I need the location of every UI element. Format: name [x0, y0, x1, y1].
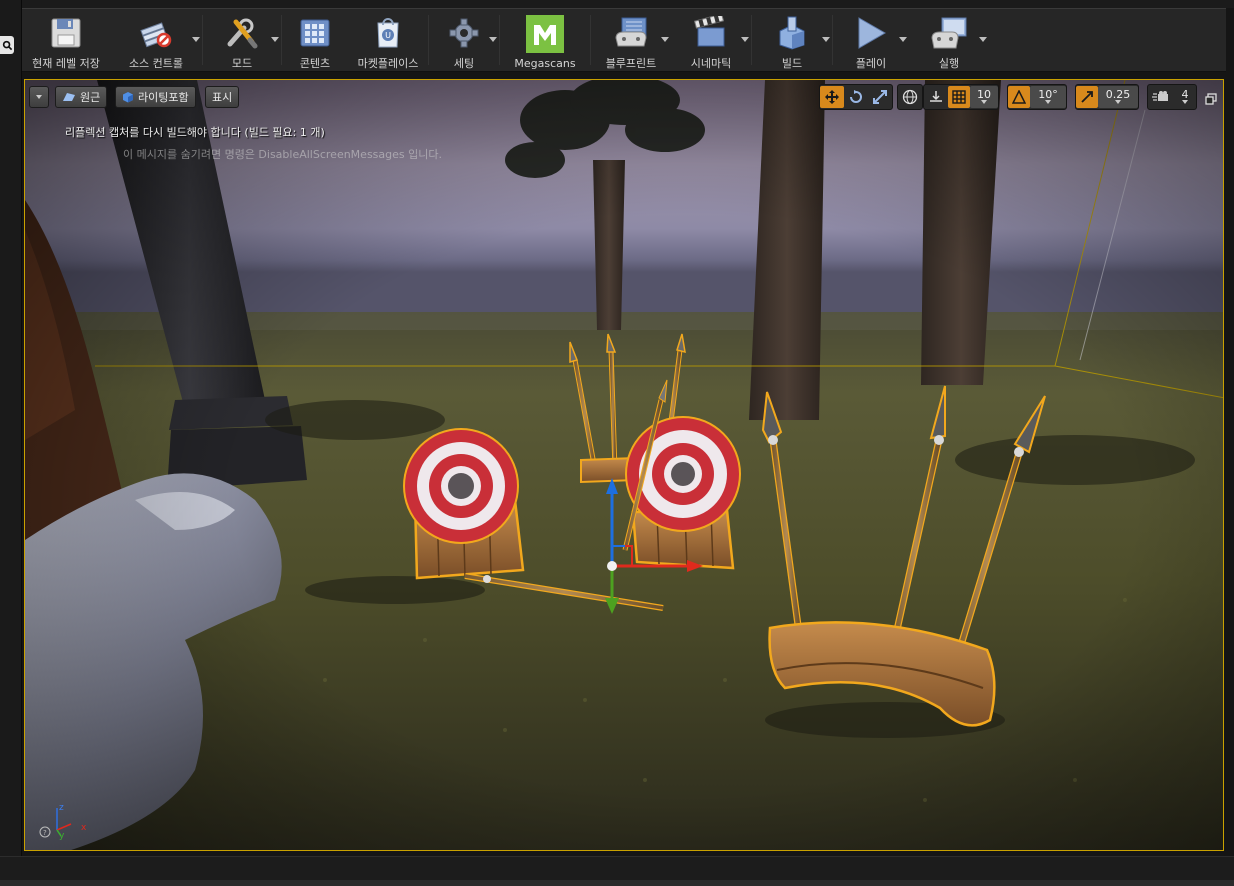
chevron-down-icon[interactable] — [822, 37, 830, 42]
scale-snap-value-dropdown[interactable]: 0.25 — [1098, 86, 1138, 108]
toolbar-item-label: 플레이 — [855, 57, 887, 70]
scale-snap-group: 0.25 — [1075, 84, 1139, 110]
toolbar-item-label: 세팅 — [453, 57, 475, 70]
maximize-viewport-icon[interactable] — [1205, 90, 1217, 105]
svg-text:?: ? — [43, 829, 47, 837]
scale-mode-icon[interactable] — [868, 86, 892, 108]
lighting-mode-dropdown[interactable]: 라이팅포함 — [115, 86, 196, 108]
settings-button[interactable]: 세팅 — [429, 9, 499, 71]
scale-snap-value: 0.25 — [1105, 88, 1131, 101]
perspective-dropdown[interactable]: 원근 — [55, 86, 108, 108]
axis-orientation-gizmo: z x y ? — [39, 803, 87, 840]
search-icon[interactable] — [0, 36, 14, 54]
marketplace-icon: U — [369, 15, 407, 51]
surface-snap-icon[interactable] — [924, 86, 948, 108]
grid-snap-group: 10 — [923, 84, 999, 110]
content-icon — [296, 15, 334, 51]
transform-mode-group — [819, 84, 893, 110]
toolbar-item-label: 빌드 — [781, 57, 803, 70]
play-button[interactable]: 플레이 — [833, 9, 909, 71]
camera-speed-group[interactable]: 4 — [1147, 84, 1197, 110]
rotation-snap-value-dropdown[interactable]: 10° — [1030, 86, 1066, 108]
svg-text:U: U — [385, 31, 391, 40]
camera-speed-value-dropdown[interactable]: 4 — [1174, 86, 1196, 108]
toolbar-item-label: 시네마틱 — [690, 57, 732, 70]
blueprints-button[interactable]: 블루프린트 — [591, 9, 671, 71]
source-control-button[interactable]: 소스 컨트롤 — [110, 9, 202, 71]
chevron-down-icon[interactable] — [271, 37, 279, 42]
save-icon — [47, 15, 85, 51]
grid-snap-value-dropdown[interactable]: 10 — [970, 86, 998, 108]
toolbar-item-label: 마켓플레이스 — [357, 57, 419, 70]
perspective-icon — [63, 93, 75, 101]
show-label: 표시 — [212, 91, 233, 104]
camera-speed-icon — [1148, 86, 1174, 108]
megascans-button[interactable]: Megascans — [500, 9, 590, 71]
build-icon — [773, 15, 811, 51]
chevron-down-icon[interactable] — [661, 37, 669, 42]
marketplace-button[interactable]: U 마켓플레이스 — [348, 9, 428, 71]
toolbar-item-label: 콘텐츠 — [299, 57, 331, 70]
axis-x-label: x — [81, 823, 87, 833]
modes-icon — [223, 15, 261, 51]
modes-button[interactable]: 모드 — [203, 9, 281, 71]
blueprint-icon — [612, 15, 650, 51]
cinematics-button[interactable]: 시네마틱 — [671, 9, 751, 71]
world-globe-icon — [898, 86, 922, 108]
play-icon — [852, 15, 890, 51]
coordinate-system-toggle[interactable] — [897, 84, 923, 110]
disable-messages-hint: 이 메시지를 숨기려면 명령은 DisableAllScreenMessages… — [123, 148, 442, 161]
chevron-down-icon[interactable] — [899, 37, 907, 42]
toolbar-item-label: 소스 컨트롤 — [128, 57, 184, 70]
chevron-down-icon[interactable] — [192, 37, 200, 42]
toolbar-item-label: Megascans — [514, 57, 576, 70]
chevron-down-icon[interactable] — [741, 37, 749, 42]
translate-mode-icon[interactable] — [820, 86, 844, 108]
perspective-label: 원근 — [80, 91, 101, 104]
bottom-panel-edge — [0, 880, 1234, 886]
left-panel-strip — [0, 0, 22, 886]
chevron-down-icon — [36, 95, 42, 99]
settings-gear-icon — [445, 15, 483, 51]
megascans-icon — [526, 15, 564, 53]
main-toolbar: 현재 레벨 저장 소스 컨트롤 모드 콘텐츠 U 마켓플레이스 세팅 Megas… — [22, 8, 1226, 72]
axis-z-label: z — [59, 803, 64, 813]
scale-snap-icon[interactable] — [1076, 86, 1098, 108]
rotation-snap-icon[interactable] — [1008, 86, 1030, 108]
chevron-down-icon — [1045, 100, 1051, 104]
save-level-button[interactable]: 현재 레벨 저장 — [22, 9, 110, 71]
cinematics-icon — [692, 15, 730, 51]
launch-button[interactable]: 실행 — [909, 9, 989, 71]
viewport-options-dropdown[interactable] — [29, 86, 49, 108]
rotate-mode-icon[interactable] — [844, 86, 868, 108]
chevron-down-icon[interactable] — [489, 37, 497, 42]
chevron-down-icon — [1115, 100, 1121, 104]
source-control-icon — [137, 15, 175, 51]
chevron-down-icon — [1182, 100, 1188, 104]
toolbar-item-label: 모드 — [231, 57, 253, 70]
toolbar-item-label: 실행 — [938, 57, 960, 70]
toolbar-item-label: 현재 레벨 저장 — [32, 57, 100, 70]
grid-snap-icon[interactable] — [948, 86, 970, 108]
show-flags-dropdown[interactable]: 표시 — [205, 86, 240, 108]
rebuild-reflection-message: 리플렉션 캡처를 다시 빌드해야 합니다 (빌드 필요: 1 개) — [65, 126, 325, 139]
scene-render[interactable] — [25, 80, 1224, 851]
unreal-editor-window: 현재 레벨 저장 소스 컨트롤 모드 콘텐츠 U 마켓플레이스 세팅 Megas… — [0, 0, 1234, 886]
lit-cube-icon — [123, 92, 133, 103]
level-viewport[interactable]: 원근 라이팅포함 표시 10 10° 0.25 4 리플렉션 캡처를 다시 빌드… — [24, 79, 1224, 851]
launch-icon — [930, 15, 968, 51]
lighting-mode-label: 라이팅포함 — [138, 91, 189, 104]
grid-snap-value: 10 — [977, 88, 991, 101]
rotation-snap-value: 10° — [1038, 88, 1058, 101]
chevron-down-icon — [981, 100, 987, 104]
top-strip — [0, 0, 1234, 8]
rotation-snap-group: 10° — [1007, 84, 1067, 110]
toolbar-item-label: 블루프린트 — [605, 57, 657, 70]
build-button[interactable]: 빌드 — [752, 9, 832, 71]
camera-speed-value: 4 — [1181, 88, 1189, 101]
content-button[interactable]: 콘텐츠 — [282, 9, 348, 71]
axis-y-label: y — [59, 831, 65, 840]
chevron-down-icon[interactable] — [979, 37, 987, 42]
